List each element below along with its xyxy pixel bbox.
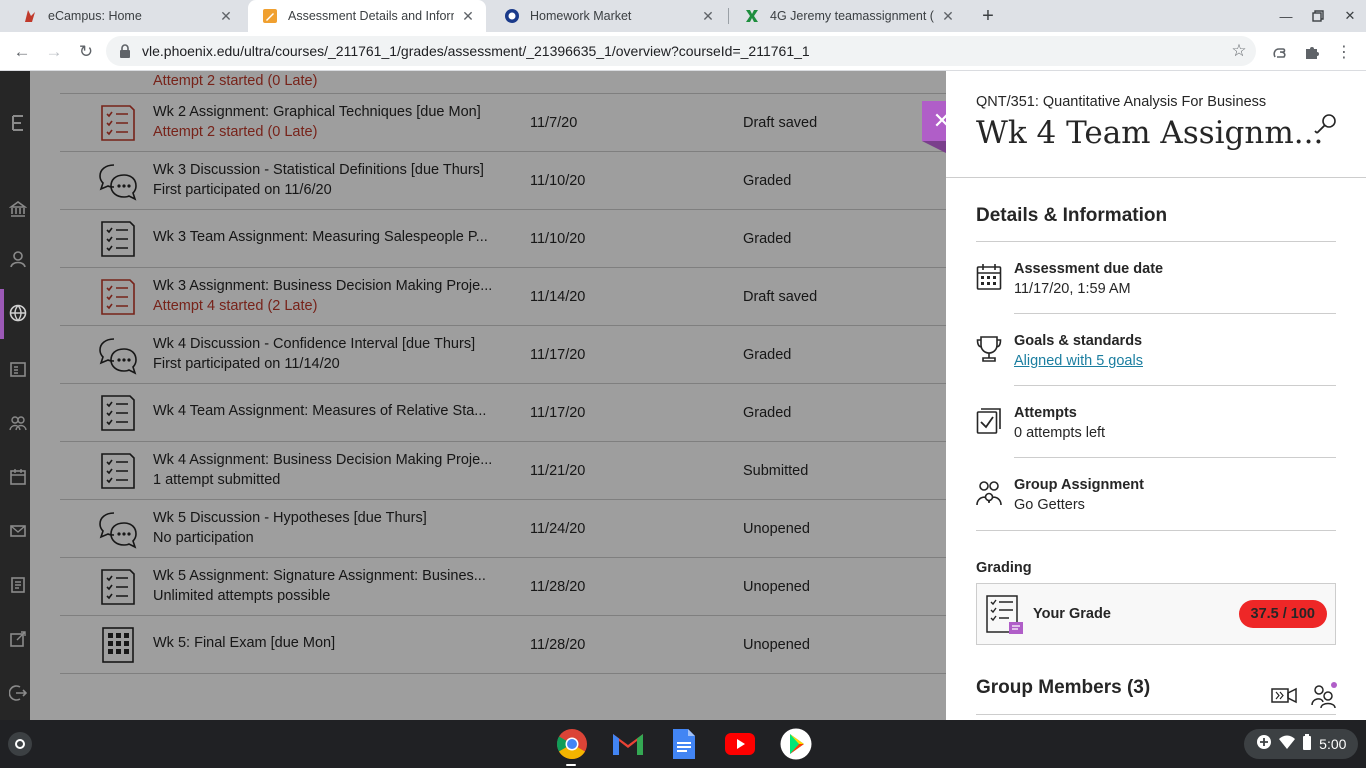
phoenix-favicon-icon	[22, 8, 38, 24]
add-circle-icon[interactable]	[1256, 734, 1272, 755]
goals-link[interactable]: Aligned with 5 goals	[1014, 353, 1143, 369]
assessment-details-panel: QNT/351: Quantitative Analysis For Busin…	[946, 71, 1366, 720]
wifi-icon	[1278, 735, 1295, 754]
running-indicator	[566, 764, 576, 766]
tab-separator	[728, 8, 729, 24]
attempts-label: Attempts	[1014, 405, 1077, 421]
group-name: Go Getters	[1014, 497, 1085, 513]
nav-groups-icon[interactable]	[8, 413, 28, 433]
tab-close-icon[interactable]: ✕	[940, 8, 956, 24]
calendar-icon	[976, 263, 1002, 291]
battery-icon	[1302, 733, 1312, 755]
details-section-title: Details & Information	[976, 205, 1168, 226]
close-button-fold	[922, 141, 946, 153]
pencil-favicon-icon	[262, 8, 278, 24]
active-nav-indicator	[0, 289, 4, 339]
course-name: QNT/351: Quantitative Analysis For Busin…	[976, 94, 1267, 110]
tab-title: eCampus: Home	[48, 9, 142, 23]
nav-signout-icon[interactable]	[8, 683, 28, 703]
reload-icon[interactable]: ↻	[72, 38, 100, 66]
chrome-app-icon[interactable]	[556, 728, 588, 760]
search-members-icon[interactable]	[1312, 111, 1340, 139]
assignment-feedback-icon	[985, 594, 1025, 636]
group-conversation-icon[interactable]	[1310, 681, 1338, 709]
tab-close-icon[interactable]: ✕	[218, 8, 234, 24]
minimize-icon[interactable]: —	[1274, 4, 1298, 28]
nav-institution-icon[interactable]	[8, 199, 28, 219]
nav-logo-icon[interactable]	[8, 113, 28, 133]
goals-label: Goals & standards	[1014, 333, 1143, 349]
your-grade-label: Your Grade	[1033, 606, 1111, 622]
new-tab-plus-icon[interactable]: +	[976, 4, 1000, 28]
launcher-icon[interactable]	[8, 732, 32, 756]
tab-title: Assessment Details and Informa	[288, 9, 454, 23]
due-date-label: Assessment due date	[1014, 261, 1164, 277]
tab-close-icon[interactable]: ✕	[460, 8, 476, 24]
grade-pill[interactable]: 37.5 / 100	[1238, 600, 1327, 628]
tab-close-icon[interactable]: ✕	[700, 8, 716, 24]
address-bar[interactable]: vle.phoenix.edu/ultra/courses/_211761_1/…	[106, 36, 1256, 66]
item-divider	[1014, 457, 1336, 458]
excel-favicon-icon	[744, 8, 760, 24]
forward-arrow-icon[interactable]: →	[40, 38, 68, 66]
item-divider	[1014, 385, 1336, 386]
os-shelf: 5:00	[0, 720, 1366, 768]
window-close-icon[interactable]: ✕	[1338, 4, 1362, 28]
clock-time: 5:00	[1319, 736, 1347, 752]
nav-courses-globe-icon[interactable]	[8, 303, 28, 323]
status-tray[interactable]: 5:00	[1244, 729, 1358, 759]
modal-backdrop[interactable]	[30, 71, 946, 720]
docs-app-icon[interactable]	[668, 728, 700, 760]
video-conference-icon[interactable]	[1270, 681, 1298, 709]
tab-excel-teamassignment[interactable]: 4G Jeremy teamassignment (1) ✕	[730, 0, 966, 32]
restore-icon[interactable]	[1306, 4, 1330, 28]
browser-menu-icon[interactable]: ⋮	[1332, 40, 1356, 64]
gmail-app-icon[interactable]	[612, 728, 644, 760]
play-store-app-icon[interactable]	[780, 728, 812, 760]
nav-messages-icon[interactable]	[8, 521, 28, 541]
nav-calendar-icon[interactable]	[8, 467, 28, 487]
tab-title: Homework Market	[530, 9, 632, 23]
url-text: vle.phoenix.edu/ultra/courses/_211761_1/…	[142, 43, 810, 59]
trophy-icon	[976, 335, 1002, 363]
item-divider	[1014, 313, 1336, 314]
group-members-title: Group Members (3)	[976, 677, 1151, 698]
browser-tab-strip: eCampus: Home ✕ Assessment Details and I…	[0, 0, 1366, 32]
back-arrow-icon[interactable]: ←	[8, 38, 36, 66]
attempts-checkbox-icon	[976, 407, 1002, 435]
panel-title: Wk 4 Team Assignm...	[976, 115, 1324, 151]
bookmark-star-icon[interactable]: ☆	[1228, 40, 1250, 62]
youtube-app-icon[interactable]	[724, 728, 756, 760]
left-navigation	[0, 71, 30, 720]
your-grade-card[interactable]: Your Grade 37.5 / 100	[976, 583, 1336, 645]
group-people-icon	[976, 479, 1002, 507]
lock-icon	[118, 44, 132, 58]
homework-market-favicon-icon	[504, 8, 520, 24]
members-divider	[976, 714, 1336, 715]
group-assignment-label: Group Assignment	[1014, 477, 1144, 493]
nav-organizations-icon[interactable]	[8, 359, 28, 379]
header-divider	[946, 177, 1366, 178]
nav-grades-icon[interactable]	[8, 575, 28, 595]
attempts-value: 0 attempts left	[1014, 425, 1106, 441]
tab-title: 4G Jeremy teamassignment (1)	[770, 9, 934, 23]
nav-tools-icon[interactable]	[8, 629, 28, 649]
tab-assessment-details[interactable]: Assessment Details and Informa ✕	[248, 0, 486, 32]
tab-homework-market[interactable]: Homework Market ✕	[490, 0, 726, 32]
page-content: Attempt 2 started (0 Late) Wk 2 Assignme…	[0, 71, 1366, 720]
due-date-value: 11/17/20, 1:59 AM	[1014, 281, 1131, 297]
section-divider	[976, 530, 1336, 531]
extension-hand-icon[interactable]	[1268, 40, 1292, 64]
extensions-puzzle-icon[interactable]	[1300, 40, 1324, 64]
browser-toolbar: ← → ↻ vle.phoenix.edu/ultra/courses/_211…	[0, 32, 1366, 71]
nav-profile-icon[interactable]	[8, 249, 28, 269]
grading-label: Grading	[976, 560, 1032, 576]
section-divider	[976, 241, 1336, 242]
tab-ecampus-home[interactable]: eCampus: Home ✕	[8, 0, 244, 32]
